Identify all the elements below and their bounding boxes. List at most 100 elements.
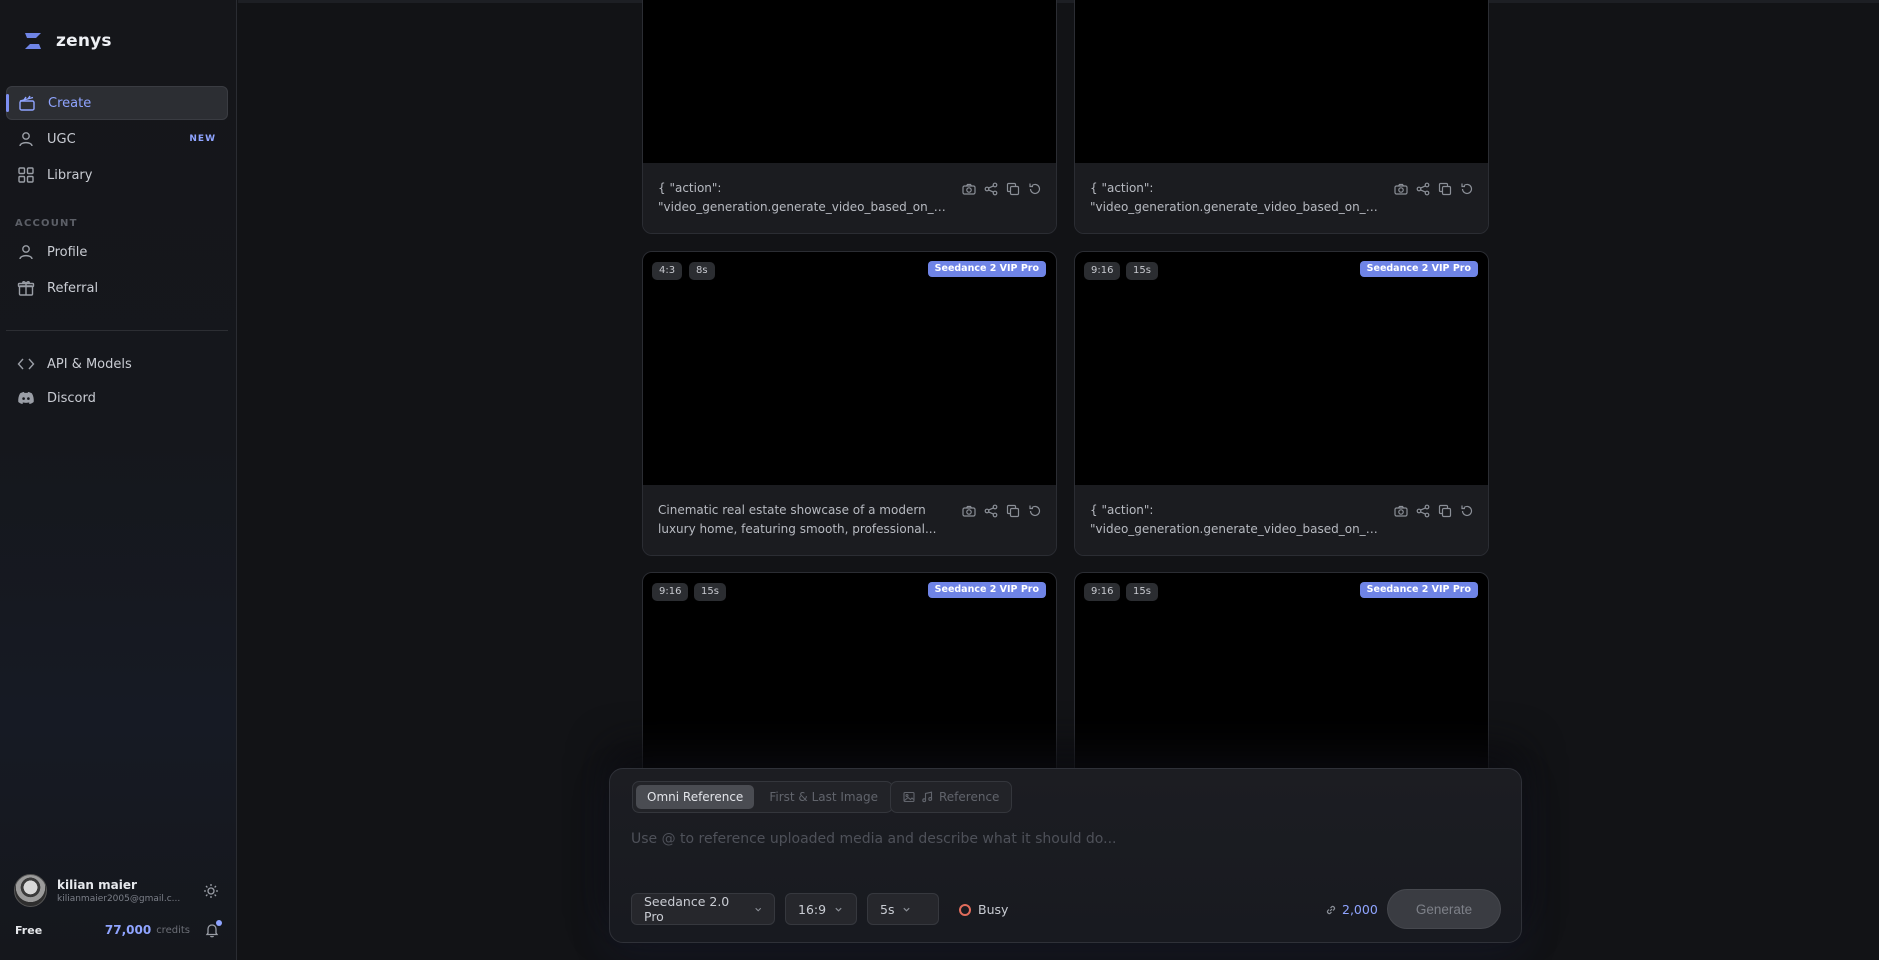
sidebar-item-label: Create [48, 95, 92, 111]
chevron-down-icon [835, 907, 842, 912]
duration-chip: 15s [694, 583, 726, 601]
camera-icon[interactable] [962, 504, 976, 518]
notifications-bell-icon[interactable] [204, 920, 222, 938]
link-icon [1326, 905, 1336, 914]
duration-chip: 15s [1126, 262, 1158, 280]
discord-icon [18, 392, 34, 404]
notification-dot [216, 920, 222, 926]
user-icon [19, 132, 33, 147]
video-card[interactable]: { "action": "video_generation.generate_vi… [642, 0, 1057, 234]
video-card[interactable]: 4:3 8s Seedance 2 VIP Pro Cinematic real… [642, 251, 1057, 556]
card-footer: { "action": "video_generation.generate_vi… [643, 163, 1056, 233]
sidebar: zenys Create UGC NEW Library ACCOUNT Pro… [0, 0, 237, 960]
card-footer: Cinematic real estate showcase of a mode… [643, 485, 1056, 555]
code-icon [17, 358, 35, 370]
sidebar-item-profile[interactable]: Profile [6, 235, 228, 269]
card-caption: { "action": "video_generation.generate_vi… [658, 181, 948, 214]
card-caption: { "action": "video_generation.generate_vi… [1090, 503, 1380, 536]
regenerate-icon[interactable] [1028, 182, 1042, 196]
user-profile[interactable]: kilian maier kilianmaier2005@gmail.c... [14, 874, 219, 907]
prompt-composer: Omni Reference First & Last Image Refere… [609, 768, 1522, 943]
sidebar-item-label: Library [47, 167, 93, 183]
sidebar-item-label: API & Models [47, 356, 132, 372]
plan-name: Free [15, 923, 43, 937]
sidebar-item-discord[interactable]: Discord [6, 381, 228, 415]
sidebar-item-label: Profile [47, 244, 88, 260]
prompt-input[interactable] [631, 827, 1491, 851]
model-select[interactable]: Seedance 2.0 Pro [631, 893, 775, 925]
regenerate-icon[interactable] [1028, 504, 1042, 518]
clapperboard-icon [19, 95, 35, 111]
gift-icon [17, 281, 35, 296]
brand[interactable]: zenys [22, 30, 112, 52]
aspect-chip: 9:16 [1084, 583, 1121, 601]
copy-icon[interactable] [1006, 182, 1020, 196]
mode-omni-reference[interactable]: Omni Reference [636, 785, 755, 809]
card-actions [1394, 504, 1474, 555]
sidebar-item-label: Referral [47, 280, 99, 296]
grid-icon [18, 167, 34, 183]
credits-label: credits [156, 924, 190, 936]
share-icon[interactable] [1416, 182, 1430, 196]
sidebar-item-create[interactable]: Create [6, 86, 228, 120]
aspect-chip: 9:16 [652, 583, 689, 601]
new-badge: NEW [189, 134, 216, 144]
reference-label: Reference [939, 790, 1000, 804]
regenerate-icon[interactable] [1460, 182, 1474, 196]
copy-icon[interactable] [1438, 504, 1452, 518]
sidebar-item-api-models[interactable]: API & Models [6, 347, 228, 381]
model-badge: Seedance 2 VIP Pro [1359, 261, 1478, 277]
sidebar-item-library[interactable]: Library [6, 158, 228, 192]
image-icon [903, 791, 915, 803]
video-preview[interactable] [643, 252, 1056, 487]
chevron-down-icon [903, 907, 911, 912]
card-caption: { "action": "video_generation.generate_vi… [1090, 181, 1380, 214]
share-icon[interactable] [984, 182, 998, 196]
avatar[interactable] [14, 874, 47, 907]
card-actions [1394, 182, 1474, 233]
music-icon [922, 791, 933, 803]
top-edge [238, 0, 1879, 3]
video-card[interactable]: 9:16 15s Seedance 2 VIP Pro { "action": "… [1074, 251, 1489, 556]
duration-chip: 8s [689, 262, 715, 280]
sidebar-divider [6, 330, 228, 331]
sidebar-item-label: UGC [47, 131, 76, 147]
sidebar-item-ugc[interactable]: UGC NEW [6, 122, 228, 156]
reference-upload-button[interactable]: Reference [890, 781, 1013, 813]
zenys-logo-icon [25, 33, 41, 49]
regenerate-icon[interactable] [1460, 504, 1474, 518]
sidebar-item-referral[interactable]: Referral [6, 271, 228, 305]
aspect-chip: 9:16 [1084, 262, 1121, 280]
busy-dot-icon [959, 903, 971, 916]
video-card[interactable]: { "action": "video_generation.generate_vi… [1074, 0, 1489, 234]
camera-icon[interactable] [1394, 504, 1408, 518]
video-preview[interactable] [1075, 252, 1488, 487]
duration-select[interactable]: 5s [867, 893, 939, 925]
card-caption: Cinematic real estate showcase of a mode… [658, 503, 937, 536]
card-footer: { "action": "video_generation.generate_vi… [1075, 163, 1488, 233]
generate-button[interactable]: Generate [1387, 889, 1501, 929]
video-preview[interactable] [643, 0, 1056, 165]
video-preview[interactable] [1075, 0, 1488, 165]
camera-icon[interactable] [962, 182, 976, 196]
camera-icon[interactable] [1394, 182, 1408, 196]
share-icon[interactable] [1416, 504, 1430, 518]
copy-icon[interactable] [1006, 504, 1020, 518]
chevron-down-icon [754, 907, 761, 912]
model-badge: Seedance 2 VIP Pro [927, 261, 1046, 277]
duration-chip: 15s [1126, 583, 1158, 601]
generation-cost: 2,000 [1325, 902, 1378, 917]
card-footer: { "action": "video_generation.generate_vi… [1075, 485, 1488, 555]
model-badge: Seedance 2 VIP Pro [1359, 582, 1478, 598]
aspect-ratio-select[interactable]: 16:9 [785, 893, 857, 925]
aspect-ratio-value: 16:9 [798, 901, 827, 917]
model-select-value: Seedance 2.0 Pro [644, 894, 730, 924]
sun-icon[interactable] [203, 883, 219, 899]
user-name: kilian maier [57, 877, 137, 892]
copy-icon[interactable] [1438, 182, 1452, 196]
mode-first-last-image[interactable]: First & Last Image [758, 785, 889, 809]
share-icon[interactable] [984, 504, 998, 518]
status-text: Busy [978, 902, 1009, 917]
sidebar-item-label: Discord [47, 390, 96, 406]
status-indicator: Busy [959, 902, 1008, 917]
